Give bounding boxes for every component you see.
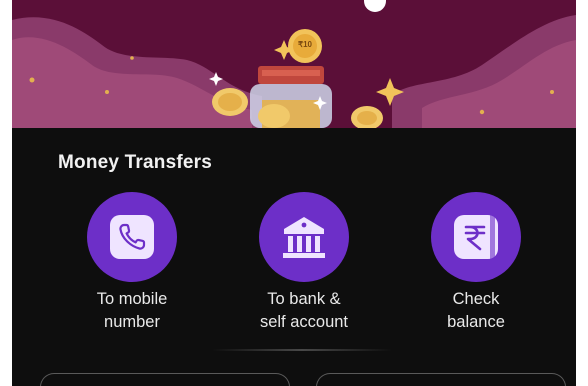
app-screen: ₹10 Money Transfers To mobile number To … bbox=[12, 0, 576, 386]
bank-icon-circle bbox=[259, 192, 349, 282]
bank-icon bbox=[283, 217, 325, 258]
to-bank-self-account-button[interactable]: To bank & self account bbox=[224, 192, 384, 332]
phone-icon-circle bbox=[87, 192, 177, 282]
coin-jar-illustration bbox=[12, 0, 576, 128]
action-label: Check balance bbox=[447, 290, 505, 331]
money-transfers-card: Money Transfers To mobile number To bank… bbox=[12, 128, 576, 386]
promo-banner[interactable]: ₹10 bbox=[12, 0, 576, 128]
to-mobile-number-button[interactable]: To mobile number bbox=[52, 192, 212, 332]
rupee-balance-icon-circle bbox=[431, 192, 521, 282]
rupee-balance-icon bbox=[454, 215, 498, 259]
bottom-action-button-right[interactable] bbox=[316, 373, 566, 386]
coin-label: ₹10 bbox=[298, 40, 312, 49]
action-label: To bank & self account bbox=[259, 290, 349, 331]
phone-icon bbox=[110, 215, 154, 259]
check-balance-button[interactable]: Check balance bbox=[396, 192, 556, 332]
section-title: Money Transfers bbox=[58, 152, 212, 173]
bottom-action-button-left[interactable] bbox=[40, 373, 290, 386]
section-divider bbox=[212, 349, 392, 351]
action-label: To mobile number bbox=[96, 290, 168, 331]
